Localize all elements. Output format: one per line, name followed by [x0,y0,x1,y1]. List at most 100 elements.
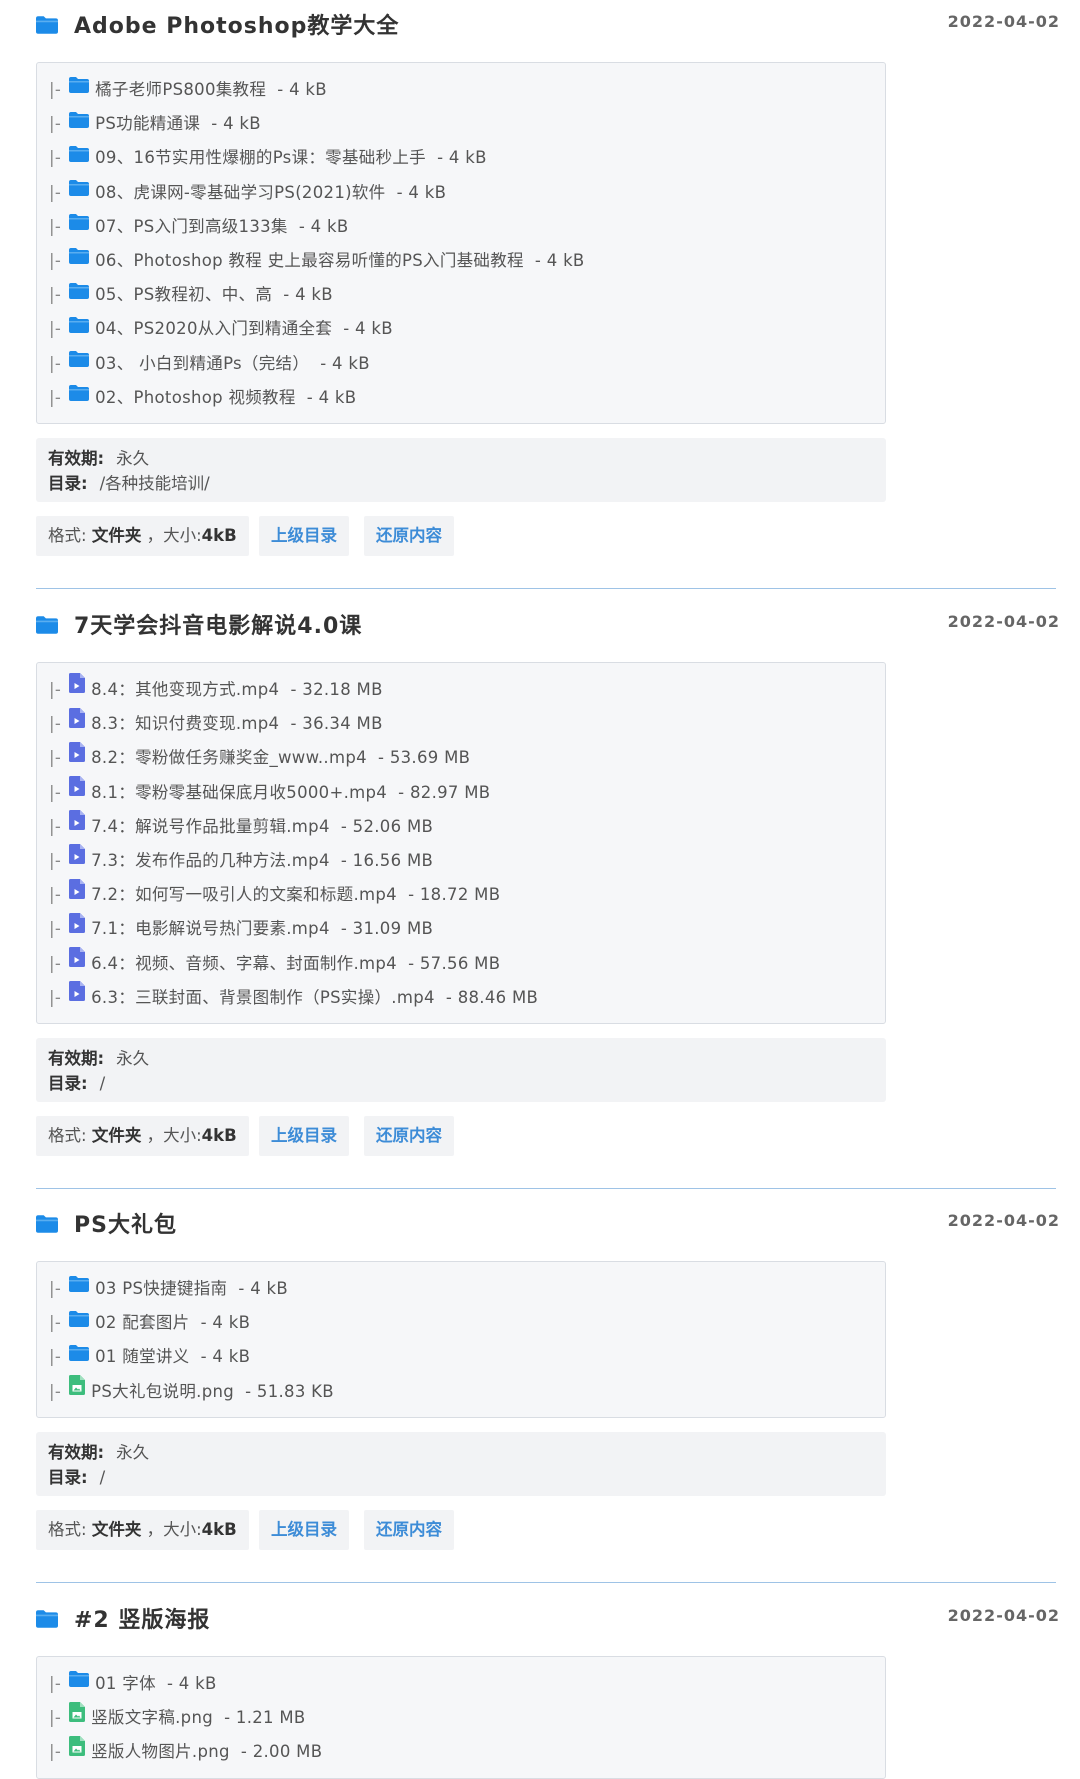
result-card: Adobe Photoshop教学大全 2022-04-02 |- 橘子老师PS800… [36,12,1060,589]
folder-icon [69,311,90,345]
parent-directory-button[interactable]: 上级目录 [259,516,349,556]
tree-prefix: |- [49,387,62,407]
validity-row: 有效期: 永久 [48,1046,874,1071]
parent-directory-button[interactable]: 上级目录 [259,1509,349,1550]
result-title[interactable]: PS大礼包 [74,1207,177,1239]
tree-prefix: |- [49,1279,62,1298]
file-size: 16.56 MB [352,850,434,870]
file-name: 05、PS教程初、中、高 [95,285,273,305]
tree-prefix: |- [49,953,62,973]
directory-value: / [99,1074,106,1093]
file-list-item: |- 6.4：视频、音频、字幕、封面制作.mp4 - 57.56 MB [49,945,885,981]
file-size: 1.21 MB [235,1708,306,1728]
restore-content-button[interactable]: 还原内容 [364,516,454,556]
file-size: 82.97 MB [409,782,491,802]
size-separator: - [378,748,385,768]
file-name: 01 随堂讲义 [95,1347,190,1367]
restore-content-button[interactable]: 还原内容 [364,1116,454,1156]
file-list: |- 01 字体 - 4 kB |- 竖版文字稿.png - 1.21 MB |- 竖版人… [36,1656,886,1779]
folder-icon [69,106,90,140]
file-list-item: |- 08、虎课网-零基础学习PS(2021)软件 - 4 kB [49,176,885,210]
file-size: 4 kB [212,1313,251,1333]
parent-directory-button[interactable]: 上级目录 [259,1116,349,1156]
validity-row: 有效期: 永久 [48,446,874,471]
file-list: |- 8.4：其他变现方式.mp4 - 32.18 MB |- 8.3：知识付费变现.… [36,662,886,1024]
file-list-item: |- 07、PS入门到高级133集 - 4 kB [49,210,885,244]
size-label: ，大小: [146,1126,202,1145]
result-title[interactable]: Adobe Photoshop教学大全 [74,8,399,40]
result-card: 7天学会抖音电影解说4.0课 2022-04-02 |- 8.4：其他变现方式.mp4… [36,612,1060,1189]
file-size: 57.56 MB [419,953,501,973]
format-info: 格式: 文件夹 ，大小:4kB [36,1116,249,1156]
file-size: 53.69 MB [389,748,471,768]
directory-value: /各种技能培训/ [99,474,210,493]
video-file-icon [69,979,86,1013]
video-file-icon [69,671,86,705]
result-header: PS大礼包 2022-04-02 [36,1211,1060,1253]
format-value: 文件夹 [91,1519,142,1539]
size-label: ，大小: [146,526,202,545]
result-date: 2022-04-02 [947,612,1060,631]
tree-prefix: |- [49,816,62,836]
validity-value: 永久 [116,1442,150,1462]
validity-label: 有效期: [48,449,105,468]
video-file-icon [69,945,86,979]
folder-icon [69,1305,90,1339]
file-name: 竖版人物图片.png [91,1742,230,1762]
file-name: 7.2：如何写一吸引人的文案和标题.mp4 [91,885,397,905]
file-list-item: |- 05、PS教程初、中、高 - 4 kB [49,278,885,312]
folder-icon [69,71,90,105]
result-date: 2022-04-02 [947,12,1060,31]
file-size: 4 kB [332,353,370,373]
file-size: 32.18 MB [302,680,383,699]
folder-icon [36,616,58,634]
file-list-item: |- 6.3：三联封面、背景图制作（PS实操）.mp4 - 88.46 MB [49,981,885,1015]
size-separator: - [340,850,348,870]
file-list-item: |- 7.3：发布作品的几种方法.mp4 - 16.56 MB [49,844,885,878]
folder-icon [69,140,90,174]
video-file-icon [69,808,86,842]
file-size: 4 kB [295,285,333,305]
tree-prefix: |- [49,748,62,768]
format-info: 格式: 文件夹 ，大小:4kB [36,516,249,556]
file-list: |- 橘子老师PS800集教程 - 4 kB |- PS功能精通课 - 4 kB |- 0… [36,62,886,424]
folder-icon [69,1339,90,1373]
size-separator: - [200,1313,207,1333]
folder-icon [69,242,90,276]
size-separator: - [200,1347,207,1367]
file-list: |- 03 PS快捷键指南 - 4 kB |- 02 配套图片 - 4 kB |- 01 … [36,1261,886,1418]
size-separator: - [445,987,453,1007]
file-list-item: |- 06、Photoshop 教程 史上最容易听懂的PS入门基础教程 - 4 k… [49,244,885,278]
format-value: 文件夹 [91,1126,142,1145]
size-separator: - [396,182,403,202]
file-name: 6.4：视频、音频、字幕、封面制作.mp4 [91,953,397,973]
size-separator: - [408,885,415,905]
result-header: 7天学会抖音电影解说4.0课 2022-04-02 [36,612,1060,654]
file-list-item: |- 01 字体 - 4 kB [49,1667,885,1701]
folder-icon [69,1270,90,1304]
tree-prefix: |- [49,1381,62,1401]
result-title[interactable]: 7天学会抖音电影解说4.0课 [74,608,362,640]
tree-prefix: |- [49,714,62,734]
file-list-item: |- 7.2：如何写一吸引人的文案和标题.mp4 - 18.72 MB [49,878,885,912]
folder-icon [69,277,90,311]
file-size: 31.09 MB [352,919,434,939]
file-list-item: |- 03 PS快捷键指南 - 4 kB [49,1272,885,1306]
file-size: 4 kB [310,216,349,236]
file-name: 04、PS2020从入门到精通全套 [95,319,333,339]
result-header: #2 竖版海报 2022-04-02 [36,1606,1060,1648]
file-list-item: |- 橘子老师PS800集教程 - 4 kB [49,73,885,107]
size-value: 4kB [201,1126,237,1145]
folder-icon [36,16,58,34]
size-separator: - [290,680,297,699]
meta-info: 有效期: 永久 目录: / [36,1431,886,1496]
result-title[interactable]: #2 竖版海报 [74,1602,210,1634]
tree-prefix: |- [49,680,62,699]
image-file-icon [69,1373,86,1407]
size-separator: - [283,285,290,305]
file-name: 08、虎课网-零基础学习PS(2021)软件 [95,182,386,202]
tree-prefix: |- [49,782,62,802]
validity-label: 有效期: [48,1049,105,1068]
size-value: 4kB [201,526,237,545]
restore-content-button[interactable]: 还原内容 [364,1509,454,1550]
